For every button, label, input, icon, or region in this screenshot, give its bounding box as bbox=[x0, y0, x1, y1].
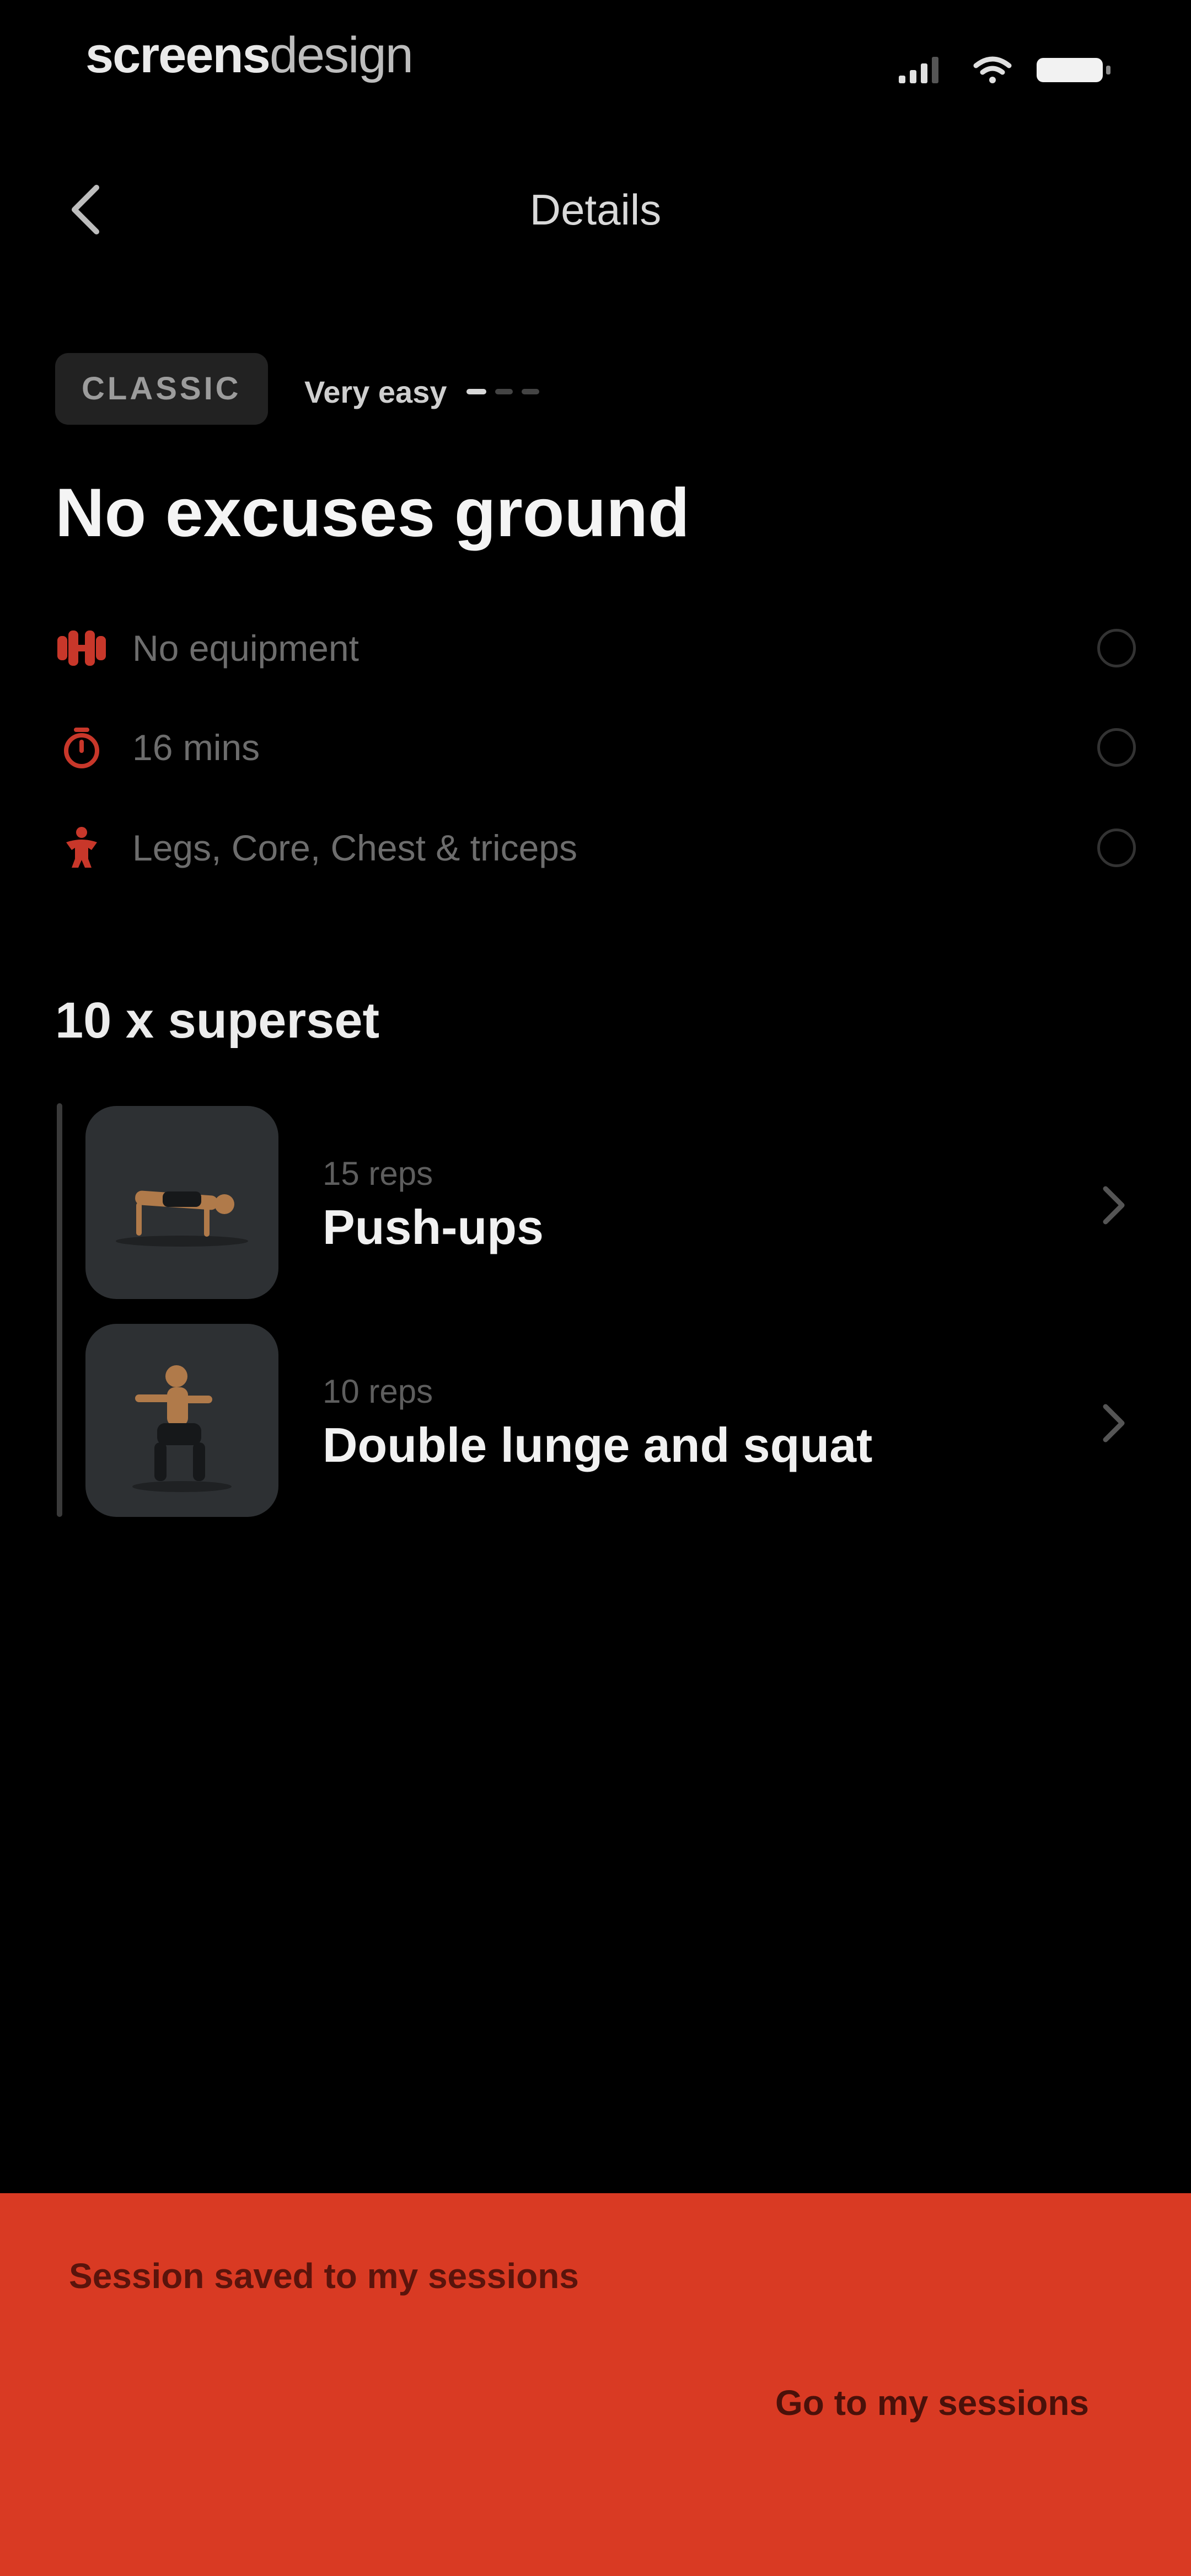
exercise-reps: 15 reps bbox=[323, 1155, 433, 1192]
body-icon bbox=[66, 827, 97, 868]
exercise-reps: 10 reps bbox=[323, 1373, 433, 1410]
muscles-text: Legs, Core, Chest & triceps bbox=[132, 827, 578, 868]
cellular-signal-icon bbox=[899, 57, 938, 83]
info-row-equipment: No equipment bbox=[55, 612, 1136, 684]
nav-bar: Details bbox=[0, 165, 1191, 254]
battery-icon bbox=[1037, 58, 1110, 82]
exercise-name: Push-ups bbox=[323, 1200, 544, 1254]
workout-title: No excuses ground bbox=[55, 475, 690, 551]
status-icons bbox=[899, 52, 1119, 85]
difficulty-label: Very easy bbox=[304, 374, 447, 409]
stopwatch-icon bbox=[64, 728, 99, 768]
superset-bracket bbox=[57, 1103, 62, 1517]
exercise-item-push-ups[interactable]: 15 reps Push-ups bbox=[85, 1106, 1136, 1305]
exercise-name: Double lunge and squat bbox=[323, 1418, 873, 1472]
equipment-text: No equipment bbox=[132, 628, 359, 669]
squat-thumbnail bbox=[85, 1324, 278, 1517]
push-up-thumbnail bbox=[85, 1106, 278, 1299]
dumbbell-icon bbox=[57, 630, 106, 666]
duration-text: 16 mins bbox=[132, 727, 260, 768]
wifi-icon bbox=[973, 56, 1012, 83]
chevron-right-icon bbox=[1103, 1404, 1125, 1442]
page-title: Details bbox=[529, 185, 662, 234]
info-row-muscles: Legs, Core, Chest & triceps bbox=[55, 812, 1136, 884]
snackbar: Session saved to my sessions Go to my se… bbox=[0, 2193, 1191, 2576]
exercise-item-double-lunge-and-squat[interactable]: 10 reps Double lunge and squat bbox=[85, 1324, 1136, 1522]
snackbar-message: Session saved to my sessions bbox=[69, 2256, 579, 2296]
difficulty-bar-1 bbox=[466, 389, 487, 394]
muscles-info-button[interactable] bbox=[1097, 829, 1136, 867]
duration-info-button[interactable] bbox=[1097, 728, 1136, 767]
brand-watermark: screensdesign bbox=[85, 27, 414, 83]
info-row-duration: 16 mins bbox=[55, 712, 1136, 783]
difficulty-bar-3 bbox=[522, 389, 540, 394]
status-bar: screensdesign bbox=[0, 0, 1191, 121]
go-to-my-sessions-button[interactable]: Go to my sessions bbox=[775, 2381, 1089, 2425]
chevron-right-icon bbox=[1103, 1186, 1125, 1225]
difficulty-bars bbox=[466, 389, 540, 394]
difficulty-indicator: Very easy bbox=[304, 370, 540, 414]
superset-title: 10 x superset bbox=[55, 992, 380, 1049]
difficulty-bar-2 bbox=[495, 389, 513, 394]
workout-type-badge: CLASSIC bbox=[55, 353, 268, 425]
equipment-info-button[interactable] bbox=[1097, 629, 1136, 667]
